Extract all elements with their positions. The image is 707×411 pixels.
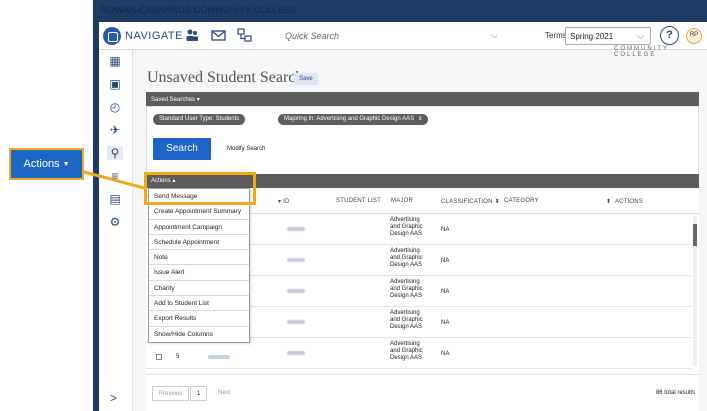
chevron-down-icon[interactable]: ⌵ — [491, 30, 498, 41]
column-header-student-list: STUDENT LIST — [336, 198, 381, 204]
row-checkbox[interactable] — [156, 354, 162, 360]
page-number-button[interactable]: 1 — [190, 386, 208, 401]
menu-item-show-hide-columns[interactable]: Show/Hide Columns — [149, 327, 249, 342]
actions-callout: Actions ▼ — [9, 148, 84, 180]
search-button[interactable]: Search — [153, 138, 211, 160]
search-icon[interactable]: ⚲ — [107, 146, 123, 160]
actions-highlight-box — [144, 172, 256, 205]
actions-menu: Send Message Create Appointment Summary … — [148, 188, 250, 343]
mail-icon[interactable] — [211, 28, 226, 42]
student-id — [287, 320, 305, 324]
menu-item-schedule-appointment[interactable]: Schedule Appointment — [149, 235, 249, 251]
menu-item-note[interactable]: Note — [149, 250, 249, 266]
menu-item-charity[interactable]: Charity — [149, 281, 249, 297]
gear-icon[interactable]: ⚙ — [107, 215, 123, 229]
callout-label: Actions — [23, 158, 60, 170]
pagination: Previous 1 Next 86 total results — [146, 374, 699, 411]
menu-item-add-to-student-list[interactable]: Add to Student List — [149, 296, 249, 312]
pin-icon[interactable]: ✈ — [107, 123, 123, 137]
modify-search-link[interactable]: Modify Search — [227, 146, 265, 152]
previous-page-button[interactable]: Previous — [152, 386, 190, 401]
next-page-button[interactable]: Next — [212, 386, 237, 401]
help-icon[interactable]: ? — [660, 26, 679, 45]
major-cell: Advertising and Graphic Design AAS — [390, 279, 423, 299]
tutorial-page: ROWAN-CABARRUS COMMUNITY COLLEGE NAVIGAT… — [0, 0, 707, 411]
saved-searches-label: Saved Searches ▾ — [151, 97, 200, 103]
major-cell: Advertising and Graphic Design AAS — [390, 248, 423, 268]
navigate-label[interactable]: NAVIGATE — [125, 30, 183, 42]
left-rail: ▦ ▣ ◴ ✈ ⚲ ≡ ▤ ⚙ > — [99, 50, 133, 411]
student-name-link[interactable] — [208, 355, 230, 359]
org-chart-icon[interactable] — [237, 28, 252, 42]
college-name: ROWAN-CABARRUS COMMUNITY COLLEGE — [101, 5, 298, 15]
terms-select[interactable]: Spring 2021 ⌵ — [565, 27, 651, 45]
quick-search-input[interactable]: Quick Search — [285, 31, 339, 41]
classification-cell: NA — [441, 320, 450, 326]
calendar-icon[interactable]: ▦ — [107, 54, 123, 68]
column-header-major[interactable]: MAJOR — [391, 198, 413, 204]
classification-cell: NA — [441, 227, 450, 233]
avatar[interactable]: RP — [686, 28, 702, 44]
expand-rail-icon[interactable]: > — [110, 391, 117, 405]
navigate-logo-icon[interactable] — [103, 27, 121, 45]
report-icon[interactable]: ▤ — [107, 192, 123, 206]
column-header-id[interactable]: ▾ ID — [278, 198, 290, 205]
menu-item-export-results[interactable]: Export Results — [149, 311, 249, 327]
people-icon[interactable] — [185, 28, 200, 42]
student-id — [287, 351, 305, 355]
column-header-classification[interactable]: CLASSIFICATION ⬍ — [441, 198, 500, 205]
inbox-icon[interactable]: ▣ — [107, 77, 123, 91]
column-header-actions: ⬍ ACTIONS — [606, 199, 644, 205]
chip-label: Majoring in: Advertising and Graphic Des… — [284, 116, 415, 122]
column-header-category[interactable]: CATEGORY — [504, 198, 539, 204]
terms-value: Spring 2021 — [570, 32, 614, 41]
filter-chip[interactable]: Majoring in: Advertising and Graphic Des… — [278, 114, 428, 125]
menu-item-create-appointment-summary[interactable]: Create Appointment Summary — [149, 204, 249, 220]
page-title: Unsaved Student Search — [147, 69, 304, 86]
major-cell: Advertising and Graphic Design AAS — [390, 341, 423, 361]
classification-cell: NA — [441, 351, 450, 357]
list-icon[interactable]: ≡ — [107, 169, 123, 183]
classification-cell: NA — [441, 289, 450, 295]
chip-label: Standard User Type: Students — [159, 116, 240, 122]
filter-chip[interactable]: Standard User Type: Students — [153, 114, 246, 125]
row-number: 5 — [176, 354, 180, 360]
scrollbar-thumb[interactable] — [693, 224, 697, 246]
save-button[interactable]: Save — [294, 73, 318, 85]
major-cell: Advertising and Graphic Design AAS — [390, 217, 423, 237]
major-cell: Advertising and Graphic Design AAS — [390, 310, 423, 330]
caret-down-icon: ▼ — [62, 161, 70, 168]
classification-cell: NA — [441, 258, 450, 264]
top-nav: NAVIGATE Quick Search ⌵ Terms Spring 202… — [99, 22, 707, 58]
saved-searches-bar[interactable]: Saved Searches ▾ — [146, 92, 699, 106]
student-id — [287, 258, 305, 262]
chevron-down-icon: ⌵ — [637, 31, 644, 41]
chip-close-icon[interactable]: x — [419, 116, 422, 122]
total-results: 86 total results — [655, 390, 695, 396]
history-icon[interactable]: ◴ — [107, 100, 123, 114]
student-id — [287, 289, 305, 293]
table-scrollbar[interactable] — [693, 216, 697, 366]
menu-item-appointment-campaign[interactable]: Appointment Campaign — [149, 220, 249, 235]
terms-label: Terms — [545, 31, 567, 40]
student-id — [287, 227, 305, 231]
title-bar: ROWAN-CABARRUS COMMUNITY COLLEGE — [93, 0, 707, 22]
menu-item-issue-alert[interactable]: Issue Alert — [149, 265, 249, 281]
